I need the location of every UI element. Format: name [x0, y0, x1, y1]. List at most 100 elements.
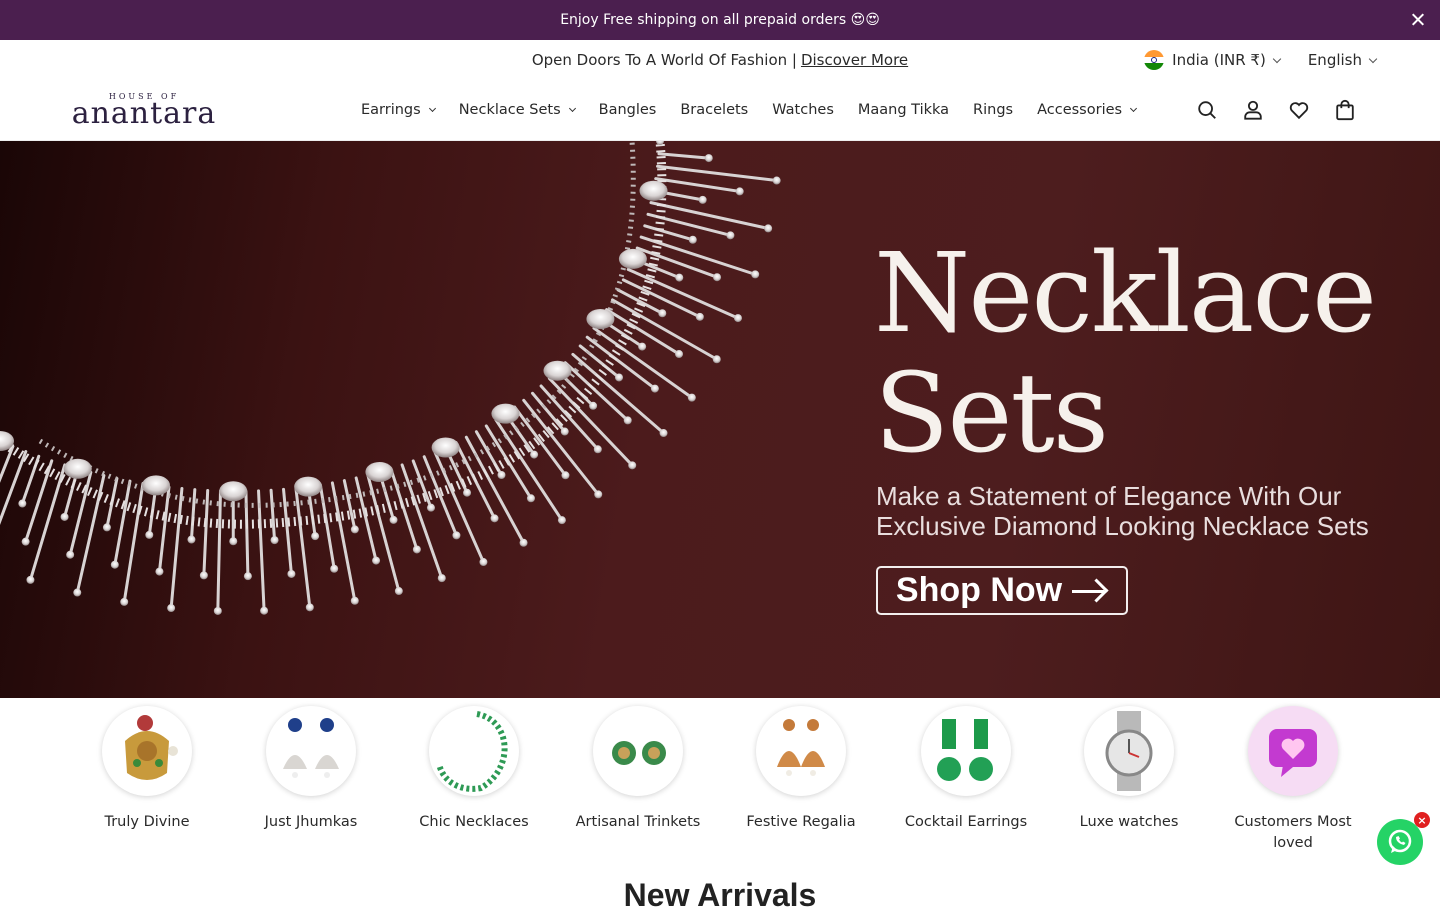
- necklace-stone: [615, 373, 623, 381]
- category-truly-divine[interactable]: Truly Divine: [67, 706, 227, 833]
- necklace-stone: [705, 154, 713, 162]
- necklace-stone: [260, 607, 268, 615]
- chevron-down-icon: [1273, 54, 1281, 62]
- nav-item-maang-tikka[interactable]: Maang Tikka: [858, 102, 949, 118]
- account-icon[interactable]: [1242, 98, 1264, 122]
- hero-title-line1: Necklace: [874, 233, 1394, 353]
- necklace-centre-stone: [432, 438, 460, 458]
- language-label: English: [1308, 51, 1362, 69]
- necklace-stone: [351, 597, 359, 605]
- category-chic-necklaces[interactable]: Chic Necklaces: [394, 706, 554, 833]
- necklace-stone: [66, 551, 74, 559]
- india-flag-icon: [1144, 50, 1164, 70]
- necklace-stone: [558, 516, 566, 524]
- necklace-stone: [736, 187, 744, 195]
- category-just-jhumkas[interactable]: Just Jhumkas: [231, 706, 391, 833]
- chevron-down-icon: [1130, 105, 1137, 112]
- shop-now-button[interactable]: Shop Now: [876, 566, 1128, 615]
- necklace-strand: [533, 393, 565, 431]
- category-thumb: [266, 706, 356, 796]
- necklace-stone: [167, 604, 175, 612]
- country-selector[interactable]: India (INR ₹): [1144, 50, 1280, 70]
- announcement-bar: Enjoy Free shipping on all prepaid order…: [0, 0, 1440, 40]
- hero-subtitle: Make a Statement of Elegance With Our Ex…: [876, 481, 1396, 541]
- necklace-stone: [306, 603, 314, 611]
- category-customers-most-loved[interactable]: Customers Most loved: [1213, 706, 1373, 854]
- chevron-down-icon: [429, 105, 436, 112]
- logo-main-text: anantara: [66, 96, 222, 131]
- necklace-stone: [73, 589, 81, 597]
- whatsapp-icon: [1386, 828, 1414, 856]
- hero-banner[interactable]: Necklace Sets Make a Statement of Elegan…: [0, 141, 1440, 698]
- gold-jhumka-icon: [761, 711, 841, 791]
- search-icon[interactable]: [1196, 98, 1218, 122]
- necklace-centre-stone: [491, 404, 519, 424]
- necklace-stone: [675, 350, 683, 358]
- necklace-centre-stone: [543, 361, 571, 381]
- necklace-stone: [491, 514, 499, 522]
- necklace-stone: [660, 429, 668, 437]
- necklace-strand: [651, 203, 768, 229]
- necklace-centre-stone: [365, 462, 393, 482]
- hero-subtitle-line2: Exclusive Diamond Looking Necklace Sets: [876, 511, 1396, 541]
- close-icon[interactable]: ×: [1414, 812, 1430, 828]
- main-header: HOUSE OF anantara Earrings Necklace Sets…: [0, 80, 1440, 141]
- category-festive-regalia[interactable]: Festive Regalia: [721, 706, 881, 833]
- wishlist-icon[interactable]: [1288, 98, 1310, 122]
- country-label: India (INR ₹): [1172, 51, 1266, 69]
- necklace-stone: [624, 416, 632, 424]
- discover-more-link[interactable]: Discover More: [801, 51, 908, 69]
- category-luxe-watches[interactable]: Luxe watches: [1049, 706, 1209, 833]
- necklace-strand: [659, 154, 709, 158]
- necklace-strand: [658, 166, 777, 180]
- nav-label: Bracelets: [680, 102, 748, 118]
- category-thumb: [593, 706, 683, 796]
- nav-item-earrings[interactable]: Earrings: [361, 102, 435, 118]
- hero-title: Necklace Sets: [874, 233, 1394, 473]
- necklace-stone: [689, 236, 697, 244]
- language-selector[interactable]: English: [1308, 51, 1376, 69]
- promo-text: Open Doors To A World Of Fashion |: [532, 51, 797, 69]
- necklace-stone: [372, 557, 380, 565]
- necklace-stone: [22, 538, 30, 546]
- necklace-stone: [103, 523, 111, 531]
- nav-item-rings[interactable]: Rings: [973, 102, 1013, 118]
- nav-item-bangles[interactable]: Bangles: [599, 102, 657, 118]
- nav-item-bracelets[interactable]: Bracelets: [680, 102, 748, 118]
- necklace-stone: [413, 545, 421, 553]
- nav-label: Bangles: [599, 102, 657, 118]
- necklace-centre-stone: [640, 181, 668, 201]
- nav-item-accessories[interactable]: Accessories: [1037, 102, 1136, 118]
- necklace-strand: [191, 490, 194, 540]
- necklace-stone: [675, 274, 683, 282]
- necklace-stone: [713, 273, 721, 281]
- nav-item-watches[interactable]: Watches: [772, 102, 834, 118]
- necklace-stone: [651, 385, 659, 393]
- necklace-centre-stone: [219, 481, 247, 501]
- necklace-stone: [390, 516, 398, 524]
- necklace-strand: [344, 481, 355, 530]
- idol-pendant-icon: [107, 711, 187, 791]
- necklace-stone: [61, 513, 69, 521]
- necklace-strand: [612, 300, 716, 359]
- site-logo[interactable]: HOUSE OF anantara: [66, 92, 226, 128]
- necklace-stone: [520, 539, 528, 547]
- necklace-stone: [764, 224, 772, 232]
- close-icon[interactable]: [1408, 10, 1428, 30]
- necklace-stone: [479, 558, 487, 566]
- necklace-stone: [229, 537, 237, 545]
- category-label: Artisanal Trinkets: [568, 812, 708, 833]
- cart-icon[interactable]: [1334, 98, 1356, 122]
- necklace-stone: [200, 571, 208, 579]
- category-label: Truly Divine: [77, 812, 217, 833]
- necklace-stone: [628, 461, 636, 469]
- nav-item-necklace-sets[interactable]: Necklace Sets: [459, 102, 575, 118]
- category-cocktail-earrings[interactable]: Cocktail Earrings: [886, 706, 1046, 833]
- category-artisanal-trinkets[interactable]: Artisanal Trinkets: [558, 706, 718, 833]
- necklace-strand: [541, 386, 598, 449]
- necklace-stone: [734, 314, 742, 322]
- necklace-stone: [658, 309, 666, 317]
- necklace-stone: [18, 500, 26, 508]
- section-title: New Arrivals: [0, 877, 1440, 914]
- utility-bar: Open Doors To A World Of Fashion | Disco…: [0, 40, 1440, 80]
